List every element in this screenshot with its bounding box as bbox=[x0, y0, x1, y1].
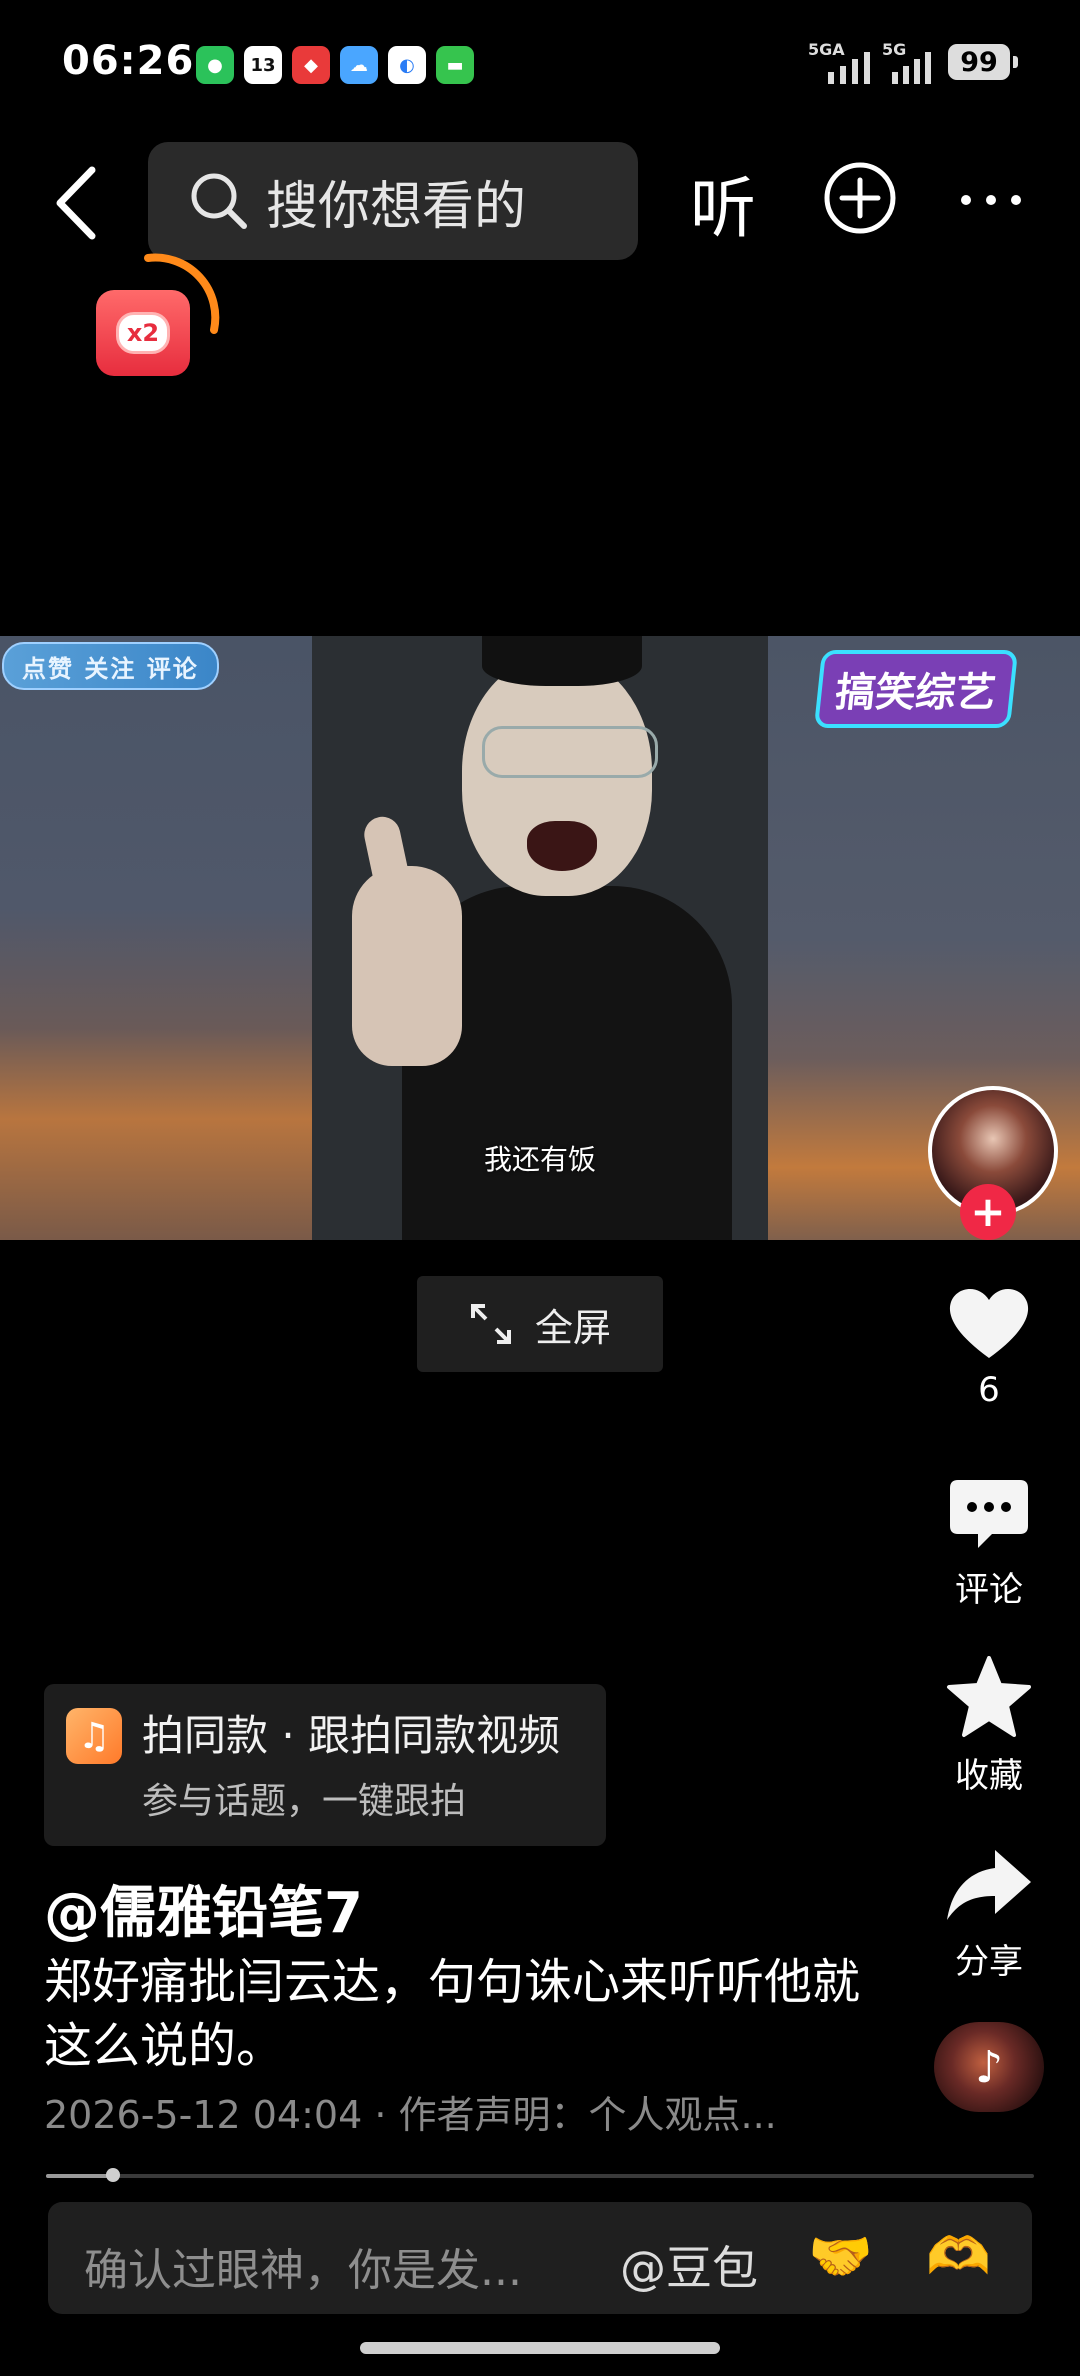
variety-tag: 搞笑综艺 bbox=[813, 650, 1019, 728]
mention-doubao-button[interactable]: @豆包 bbox=[620, 2232, 758, 2298]
messages-icon: ▬ bbox=[436, 46, 474, 84]
comment-bubble-icon bbox=[950, 1480, 1028, 1548]
battery-indicator: 99 bbox=[948, 44, 1018, 80]
comment-label: 评论 bbox=[955, 1570, 1023, 1610]
video-player[interactable]: 点赞 关注 评论 我还有饭 搞笑综艺 bbox=[0, 636, 1080, 1240]
heart-hands-emoji-button[interactable]: 🫶 bbox=[926, 2226, 991, 2287]
follow-button[interactable]: + bbox=[960, 1184, 1016, 1240]
shoot-same-card[interactable]: ♫ 拍同款 · 跟拍同款视频 参与话题，一键跟拍 bbox=[44, 1684, 606, 1846]
author-name[interactable]: @儒雅铅笔7 bbox=[44, 1868, 363, 1949]
music-disc-button[interactable]: ♪ bbox=[934, 2022, 1044, 2112]
share-button[interactable]: 分享 bbox=[919, 1846, 1059, 1983]
comment-button[interactable]: 评论 bbox=[919, 1478, 1059, 1611]
more-button[interactable] bbox=[958, 186, 1024, 214]
wechat-icon: ● bbox=[196, 46, 234, 84]
red-packet-progress-arc bbox=[144, 253, 220, 334]
back-arrow-icon bbox=[56, 166, 96, 240]
signal-bars-icon bbox=[892, 52, 931, 84]
video-center-frame: 我还有饭 bbox=[312, 636, 768, 1240]
add-button[interactable] bbox=[822, 160, 898, 236]
browser-icon: ◐ bbox=[388, 46, 426, 84]
handshake-emoji-button[interactable]: 🤝 bbox=[808, 2226, 873, 2287]
expand-icon bbox=[470, 1304, 511, 1344]
share-arrow-icon bbox=[947, 1850, 1031, 1920]
person-hair bbox=[482, 636, 642, 686]
notification-icons: ● 13 ◆ ☁ ◐ ▬ bbox=[196, 46, 474, 84]
video-description[interactable]: 郑好痛批闫云达，句句诛心来听听他就这么说的。 bbox=[44, 1950, 864, 2078]
interaction-tag: 点赞 关注 评论 bbox=[2, 642, 219, 690]
video-left-background: 点赞 关注 评论 bbox=[0, 636, 312, 1240]
more-dots-icon bbox=[961, 195, 1021, 205]
fullscreen-button[interactable]: 全屏 bbox=[417, 1276, 663, 1372]
comment-input-bar[interactable]: 确认过眼神，你是发... @豆包 🤝 🫶 bbox=[48, 2202, 1032, 2314]
video-progress-bar[interactable] bbox=[46, 2168, 1034, 2182]
home-indicator[interactable] bbox=[360, 2342, 720, 2354]
search-placeholder: 搜你想看的 bbox=[266, 176, 527, 237]
calendar-day: 13 bbox=[250, 54, 276, 76]
music-note-icon: ♪ bbox=[974, 2041, 1004, 2093]
like-button[interactable]: 6 bbox=[919, 1284, 1059, 1410]
share-label: 分享 bbox=[955, 1942, 1023, 1982]
favorite-label: 收藏 bbox=[955, 1756, 1023, 1796]
status-time: 06:26 bbox=[62, 38, 195, 84]
weather-icon: ☁ bbox=[340, 46, 378, 84]
search-icon bbox=[191, 173, 247, 229]
person-glasses bbox=[482, 726, 658, 778]
fullscreen-label: 全屏 bbox=[534, 1305, 611, 1350]
progress-fill bbox=[46, 2174, 113, 2178]
listen-button[interactable]: 听 bbox=[690, 155, 756, 251]
comment-placeholder: 确认过眼神，你是发... bbox=[84, 2245, 522, 2296]
like-count: 6 bbox=[978, 1370, 1000, 1410]
heart-icon bbox=[949, 1288, 1029, 1358]
person-hand bbox=[352, 866, 462, 1066]
calendar-icon: 13 bbox=[244, 46, 282, 84]
plus-circle-icon bbox=[824, 162, 896, 234]
post-meta[interactable]: 2026-5-12 04:04 · 作者声明：个人观点... bbox=[44, 2084, 777, 2139]
game-icon: ◆ bbox=[292, 46, 330, 84]
star-icon bbox=[947, 1656, 1031, 1737]
music-note-icon: ♫ bbox=[66, 1708, 122, 1764]
progress-handle[interactable] bbox=[106, 2168, 120, 2182]
signal-bars-icon bbox=[828, 52, 870, 84]
shoot-same-title: 拍同款 · 跟拍同款视频 bbox=[142, 1711, 561, 1760]
person-mouth bbox=[527, 821, 597, 871]
back-button[interactable] bbox=[48, 160, 102, 246]
video-subtitle: 我还有饭 bbox=[483, 1143, 596, 1176]
favorite-button[interactable]: 收藏 bbox=[919, 1656, 1059, 1797]
signal-5g: 5G bbox=[882, 40, 942, 84]
search-bar[interactable]: 搜你想看的 bbox=[148, 142, 638, 260]
shoot-same-subtitle: 参与话题，一键跟拍 bbox=[142, 1781, 467, 1822]
